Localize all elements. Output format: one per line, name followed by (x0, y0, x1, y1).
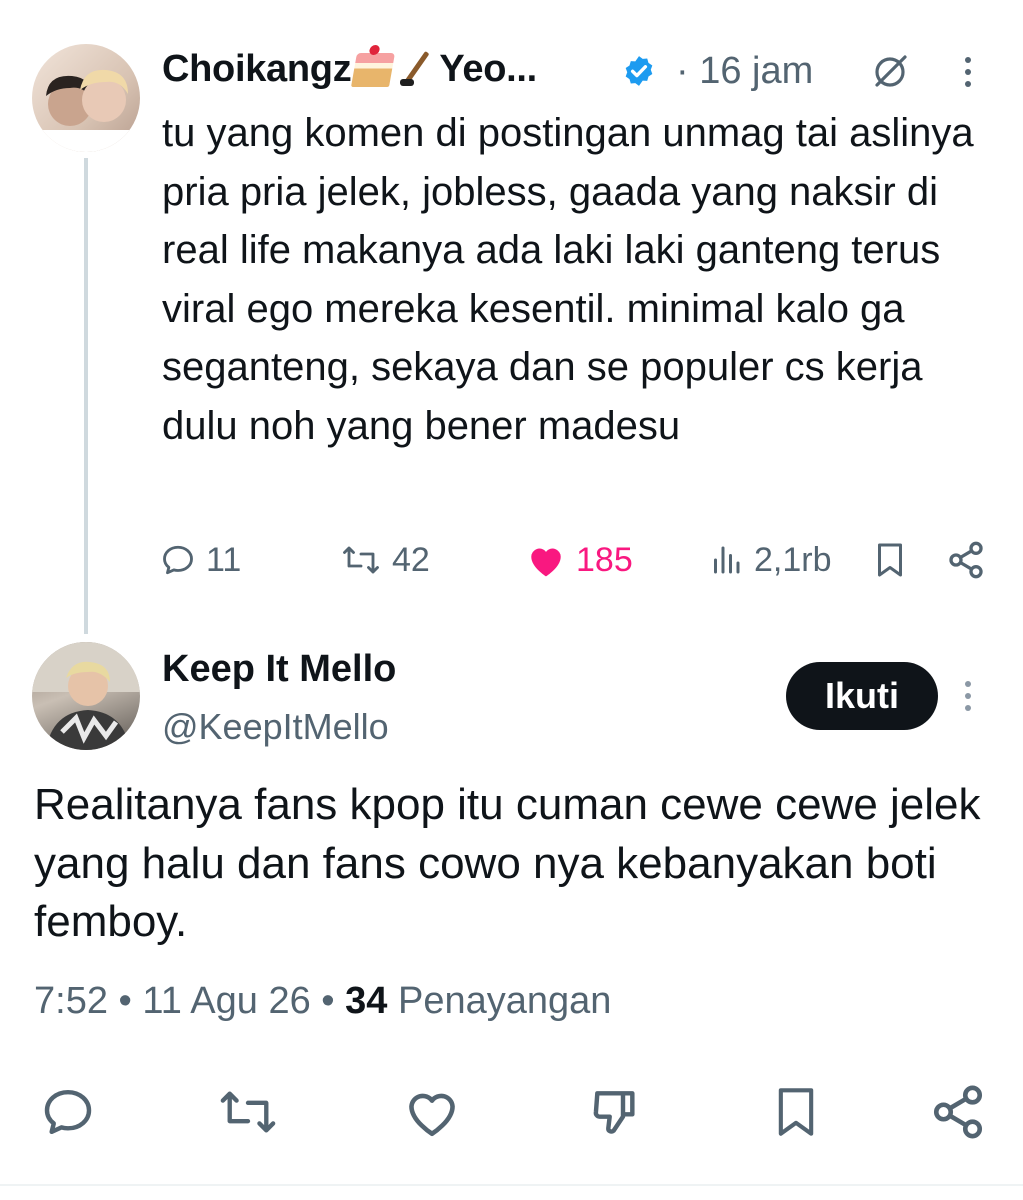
more-vertical-icon[interactable] (956, 52, 980, 92)
like-button[interactable] (400, 1080, 464, 1144)
reply-icon (163, 545, 193, 575)
cake-emoji-icon (351, 52, 396, 87)
parent-tweet-text: tu yang komen di postingan unmag tai asl… (162, 111, 974, 448)
parent-author-name[interactable]: Choikangz Yeo... (162, 48, 537, 91)
reply-tweet-text: Realitanya fans kpop itu cuman cewe cewe… (34, 780, 981, 946)
reply-action-bar (0, 1080, 1023, 1144)
like-button[interactable]: 185 (526, 532, 633, 588)
share-button[interactable] (946, 532, 996, 588)
repost-count: 42 (392, 540, 430, 579)
avatar-choikangz[interactable] (32, 44, 140, 152)
share-icon (949, 541, 983, 579)
divider (0, 1184, 1023, 1186)
views-icon (714, 546, 740, 574)
reply-button[interactable] (36, 1080, 100, 1144)
bookmark-button[interactable] (872, 532, 918, 588)
parent-timestamp[interactable]: · 16 jam (676, 50, 813, 93)
views-label: Penayangan (398, 980, 612, 1022)
reply-author-name[interactable]: Keep It Mello (162, 648, 396, 691)
grok-icon[interactable] (870, 52, 910, 92)
follow-button[interactable]: Ikuti (786, 662, 938, 730)
like-count: 185 (576, 540, 633, 579)
repost-button[interactable] (216, 1080, 280, 1144)
hockey-emoji-icon (398, 53, 436, 87)
repost-button[interactable]: 42 (340, 532, 430, 588)
verified-badge-icon (625, 56, 653, 86)
tweet-time[interactable]: 7:52 • 11 Agu 26 • (34, 980, 335, 1022)
views-button[interactable]: 2,1rb (708, 532, 832, 588)
bookmark-icon (878, 543, 902, 577)
author-name-suffix: Yeo... (439, 48, 537, 90)
thread-line (84, 158, 88, 634)
views-count: 2,1rb (754, 540, 832, 579)
heart-icon (531, 548, 561, 577)
views-count-bold: 34 (345, 980, 388, 1022)
share-icon (933, 1085, 983, 1139)
bookmark-button[interactable] (764, 1080, 828, 1144)
parent-action-bar: 11 42 185 2,1rb (160, 532, 990, 588)
author-name-text: Choikangz (162, 48, 352, 90)
repost-icon (220, 1091, 276, 1133)
bookmark-icon (778, 1088, 814, 1136)
dislike-icon (593, 1091, 635, 1134)
heart-icon (409, 1093, 455, 1137)
avatar-keepitmello[interactable] (32, 642, 140, 750)
reply-author-handle[interactable]: @KeepItMello (162, 706, 389, 748)
share-button[interactable] (926, 1080, 990, 1144)
repost-icon (343, 546, 379, 574)
reply-icon (44, 1089, 92, 1135)
tweet-meta: 7:52 • 11 Agu 26 • 34 Penayangan (34, 980, 611, 1023)
dislike-button[interactable] (584, 1080, 648, 1144)
reply-count: 11 (206, 540, 242, 579)
reply-button[interactable]: 11 (160, 532, 241, 588)
tweet-detail-page: Choikangz Yeo... · 16 jam tu yang komen … (0, 0, 1023, 1200)
more-vertical-icon[interactable] (956, 676, 980, 716)
